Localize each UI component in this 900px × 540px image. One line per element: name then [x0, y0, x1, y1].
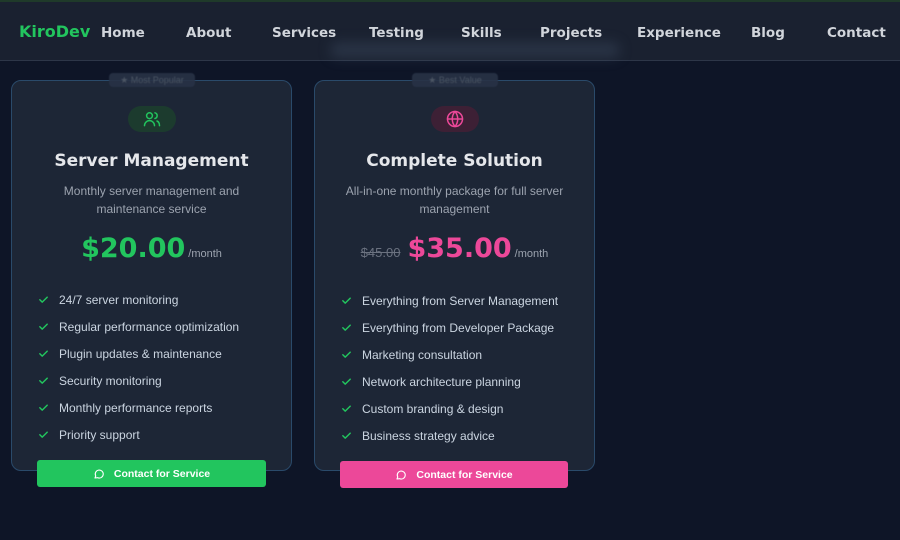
feature-text: Marketing consultation	[362, 347, 483, 362]
check-icon	[341, 295, 352, 306]
price-period: /month	[188, 248, 222, 260]
nav-blog[interactable]: Blog	[751, 25, 785, 41]
feature-item: Network architecture planning	[341, 368, 558, 395]
price-period: /month	[514, 248, 549, 260]
feature-item: Regular performance optimization	[38, 313, 239, 340]
feature-list: Everything from Server Management Everyt…	[341, 287, 558, 449]
feature-text: Everything from Developer Package	[362, 320, 555, 335]
check-icon	[341, 322, 352, 333]
button-label: Contact for Service	[113, 467, 211, 480]
feature-item: Marketing consultation	[341, 341, 558, 368]
pricing-card-server-management: ★ Most Popular Server Management Monthly…	[11, 73, 292, 471]
nav-about[interactable]: About	[186, 25, 231, 41]
pricing-card-complete-solution: ★ Best Value Complete Solution All-in-on…	[314, 73, 595, 471]
nav-contact[interactable]: Contact	[827, 25, 886, 41]
feature-text: Security monitoring	[59, 373, 162, 388]
feature-text: Business strategy advice	[362, 428, 495, 443]
nav-experience[interactable]: Experience	[637, 25, 721, 41]
feature-list: 24/7 server monitoring Regular performan…	[38, 286, 239, 448]
navbar: KiroDev Home About Services Testing Skil…	[0, 0, 900, 61]
check-icon	[38, 348, 49, 359]
feature-text: Custom branding & design	[362, 401, 504, 416]
feature-item: Monthly performance reports	[38, 394, 239, 421]
check-icon	[38, 402, 49, 413]
contact-for-service-button[interactable]: Contact for Service	[37, 460, 266, 487]
button-label: Contact for Service	[416, 468, 513, 481]
nav-projects[interactable]: Projects	[540, 25, 602, 41]
price-row: $45.00 $35.00 /month	[315, 233, 594, 264]
feature-item: Business strategy advice	[341, 422, 558, 449]
nav-skills[interactable]: Skills	[461, 25, 502, 41]
card-badge: ★ Most Popular	[109, 73, 195, 87]
feature-text: 24/7 server monitoring	[59, 292, 179, 307]
check-icon	[38, 294, 49, 305]
check-icon	[341, 403, 352, 414]
price: $20.00	[81, 233, 186, 264]
check-icon	[38, 321, 49, 332]
price: $35.00	[407, 233, 512, 264]
check-icon	[341, 349, 352, 360]
nav-testing[interactable]: Testing	[369, 25, 424, 41]
feature-item: Plugin updates & maintenance	[38, 340, 239, 367]
users-icon	[128, 106, 176, 132]
check-icon	[38, 429, 49, 440]
check-icon	[38, 375, 49, 386]
feature-text: Plugin updates & maintenance	[59, 346, 222, 361]
message-icon	[395, 469, 407, 481]
card-description: Monthly server management and maintenanc…	[63, 184, 240, 216]
brand-logo[interactable]: KiroDev	[19, 22, 90, 41]
feature-item: Priority support	[38, 421, 239, 448]
feature-text: Everything from Server Management	[362, 293, 559, 308]
card-badge: ★ Best Value	[412, 73, 498, 87]
card-description: All-in-one monthly package for full serv…	[345, 184, 564, 216]
globe-icon	[431, 106, 479, 132]
feature-item: Everything from Developer Package	[341, 314, 558, 341]
card-title: Server Management	[54, 151, 249, 171]
feature-item: Security monitoring	[38, 367, 239, 394]
contact-for-service-button[interactable]: Contact for Service	[340, 461, 568, 488]
feature-text: Priority support	[59, 427, 140, 442]
nav-hover-glow	[330, 42, 620, 58]
check-icon	[341, 376, 352, 387]
feature-text: Regular performance optimization	[59, 319, 240, 334]
feature-item: 24/7 server monitoring	[38, 286, 239, 313]
old-price: $45.00	[360, 245, 401, 260]
nav-services[interactable]: Services	[272, 25, 336, 41]
message-icon	[93, 468, 105, 480]
nav-home[interactable]: Home	[101, 25, 145, 41]
feature-text: Network architecture planning	[362, 374, 521, 389]
card-title: Complete Solution	[366, 151, 543, 171]
feature-text: Monthly performance reports	[59, 400, 213, 415]
feature-item: Custom branding & design	[341, 395, 558, 422]
price-row: $20.00 /month	[12, 233, 291, 264]
check-icon	[341, 430, 352, 441]
feature-item: Everything from Server Management	[341, 287, 558, 314]
